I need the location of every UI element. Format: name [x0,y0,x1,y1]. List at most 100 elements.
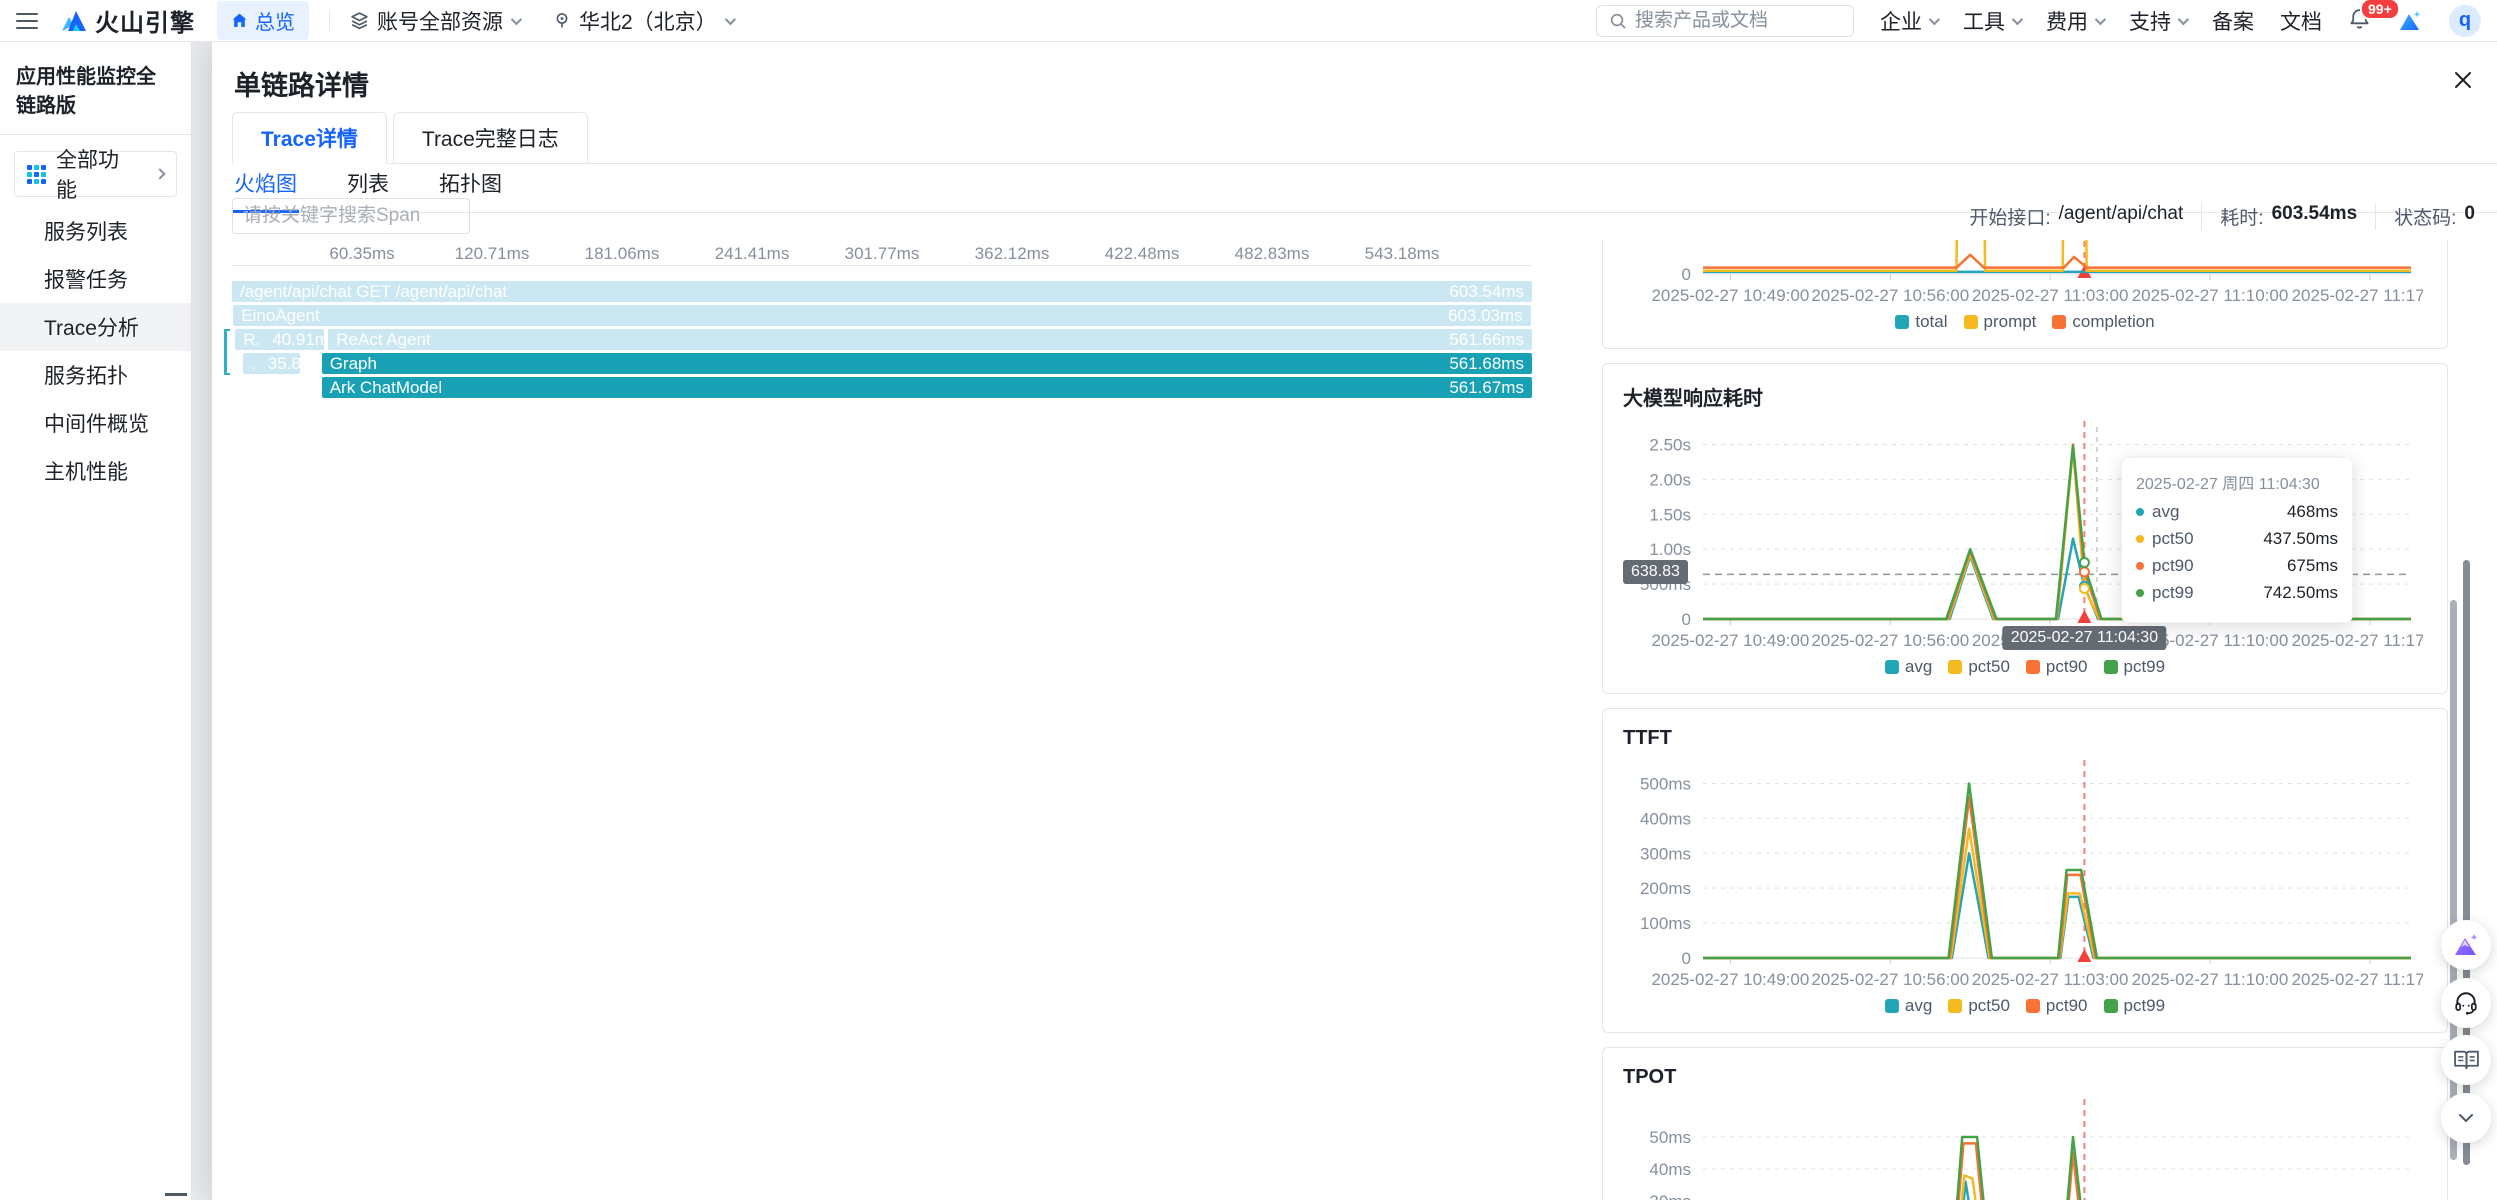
ruler-tick: 301.77ms [845,244,920,264]
trace-detail-drawer: 单链路详情 Trace详情 Trace完整日志 火焰图 列表 拓扑图 开始接口:… [212,42,2497,1200]
ruler-tick: 120.71ms [455,244,530,264]
llm-response-time-chart[interactable]: 0500ms1.00s1.50s2.00s2.50s2025-02-27 10:… [1623,417,2423,655]
pct50-dot [2136,535,2144,543]
svg-text:2025-02-27 11:03:00: 2025-02-27 11:03:00 [1972,970,2129,989]
flame-row: Ark ChatModel561.67ms [232,377,1532,398]
global-search[interactable] [1596,5,1854,37]
documentation-button[interactable] [2441,1035,2491,1085]
flame-rows: /agent/api/chat GET /agent/api/chat603.5… [232,281,1532,398]
user-avatar[interactable]: q [2449,5,2481,37]
notifications-button[interactable]: 99+ [2348,7,2371,35]
svg-text:400ms: 400ms [1640,809,1691,828]
legend-item-pct50[interactable]: pct50 [1948,657,2010,677]
legend-item-total[interactable]: total [1895,312,1947,332]
span-search-input[interactable] [243,205,488,227]
sidebar-item-host-performance[interactable]: 主机性能 [0,447,191,495]
flame-span-bar[interactable]: EinoAgent603.03ms [233,305,1530,326]
nav-menu-billing[interactable]: 费用 [2046,6,2103,36]
span-group-bracket [224,329,230,375]
token-usage-chart[interactable]: 02025-02-27 10:49:002025-02-27 10:56:002… [1623,240,2423,310]
chart-legend: total prompt completion [1623,312,2427,336]
svg-text:2.50s: 2.50s [1649,435,1691,454]
region-dropdown[interactable]: 华北2（北京） [553,6,733,36]
toolbar: 开始接口:/agent/api/chat 耗时:603.54ms 状态码:0 [232,194,2475,238]
legend-item-pct99[interactable]: pct99 [2104,657,2166,677]
tooltip-row: pct99742.50ms [2136,583,2338,603]
svg-text:0: 0 [1682,610,1691,629]
chevron-down-icon [2456,1108,2476,1128]
collapse-handle[interactable] [165,1193,187,1196]
ai-assistant-nav-icon[interactable] [2397,9,2423,33]
span-search[interactable] [232,198,470,234]
sidebar-item-trace-analysis[interactable]: Trace分析 [0,303,191,351]
legend-item-completion[interactable]: completion [2052,312,2154,332]
flame-span-prefix[interactable]: .35.85ms [243,353,300,374]
legend-item-pct50[interactable]: pct50 [1948,996,2010,1016]
legend-item-pct99[interactable]: pct99 [2104,996,2166,1016]
global-search-input[interactable] [1635,10,1825,32]
volcengine-logo[interactable]: 火山引擎 [60,3,195,38]
chart-canvas[interactable]: 010ms20ms30ms40ms50ms2025-02-27 10:49:00… [1623,1095,2423,1200]
close-icon[interactable] [2449,66,2477,94]
flame-span-bar[interactable]: /agent/api/chat GET /agent/api/chat603.5… [232,281,1532,302]
all-functions-button[interactable]: 全部功能 [14,151,177,197]
nav-menu-icp[interactable]: 备案 [2212,6,2254,36]
sidebar-item-alert-tasks[interactable]: 报警任务 [0,255,191,303]
resource-scope-label: 账号全部资源 [377,6,503,36]
open-book-icon [2453,1048,2480,1072]
nav-menu-support[interactable]: 支持 [2129,6,2186,36]
layers-icon [350,11,369,30]
chart-legend: avg pct50 pct90 pct99 [1623,657,2427,681]
ttft-chart[interactable]: 0100ms200ms300ms400ms500ms2025-02-27 10:… [1623,756,2423,994]
flame-span-bar[interactable]: Ark ChatModel561.67ms [322,377,1532,398]
sidebar: 应用性能监控全链路版 全部功能 服务列表 报警任务 Trace分析 服务拓扑 中… [0,42,192,1200]
svg-text:2025-02-27 11:10:00: 2025-02-27 11:10:00 [2132,286,2289,305]
chevron-down-icon [2012,13,2023,24]
metric-charts-panel[interactable]: 02025-02-27 10:49:002025-02-27 10:56:002… [1602,240,2448,1200]
sidebar-title: 应用性能监控全链路版 [0,42,191,135]
chart-title: 大模型响应耗时 [1623,382,2427,411]
y-axis-value-badge: 638.83 [1623,560,1688,584]
collapse-fab-button[interactable] [2441,1093,2491,1143]
chart-canvas[interactable]: 02025-02-27 10:49:002025-02-27 10:56:002… [1623,240,2423,310]
svg-text:2025-02-27 11:17:00: 2025-02-27 11:17:00 [2292,970,2423,989]
tooltip-row: pct90675ms [2136,556,2338,576]
ttft-card: TTFT 0100ms200ms300ms400ms500ms2025-02-2… [1602,708,2448,1033]
svg-text:100ms: 100ms [1640,914,1691,933]
ruler-tick: 181.06ms [585,244,660,264]
tpot-chart[interactable]: 010ms20ms30ms40ms50ms2025-02-27 10:49:00… [1623,1095,2423,1200]
chevron-down-icon [724,13,735,24]
tab-trace-detail[interactable]: Trace详情 [232,112,387,164]
grid-icon [27,165,46,184]
x-axis-timestamp-badge: 2025-02-27 11:04:30 [2003,626,2166,650]
ruler-tick: 60.35ms [329,244,394,264]
flame-span-bar[interactable]: ReAct Agent561.66ms [328,329,1532,350]
search-icon [1609,12,1627,30]
legend-item-prompt[interactable]: prompt [1964,312,2037,332]
chart-canvas[interactable]: 0100ms200ms300ms400ms500ms2025-02-27 10:… [1623,756,2423,994]
svg-text:2025-02-27 10:49:00: 2025-02-27 10:49:00 [1651,970,1809,989]
nav-menu-docs[interactable]: 文档 [2280,6,2322,36]
flame-span-bar[interactable]: Graph561.68ms [322,353,1532,374]
legend-item-pct90[interactable]: pct90 [2026,996,2088,1016]
nav-menu-enterprise[interactable]: 企业 [1880,6,1937,36]
ai-assistant-button[interactable] [2441,920,2491,970]
nav-menu-tools[interactable]: 工具 [1963,6,2020,36]
flame-row: EinoAgent603.03ms [232,305,1532,326]
legend-item-avg[interactable]: avg [1885,996,1932,1016]
legend-item-avg[interactable]: avg [1885,657,1932,677]
flame-row: /agent/api/chat GET /agent/api/chat603.5… [232,281,1532,302]
overview-button[interactable]: 总览 [217,1,309,40]
legend-item-pct90[interactable]: pct90 [2026,657,2088,677]
hamburger-menu-icon[interactable] [16,13,38,29]
customer-service-button[interactable] [2441,978,2491,1028]
top-nav: 火山引擎 总览 账号全部资源 华北2（北京） 企业 [0,0,2497,42]
resource-scope-dropdown[interactable]: 账号全部资源 [350,6,519,36]
tab-trace-full-log[interactable]: Trace完整日志 [393,112,588,164]
svg-text:2025-02-27 11:10:00: 2025-02-27 11:10:00 [2132,970,2289,989]
sidebar-item-middleware-overview[interactable]: 中间件概览 [0,399,191,447]
flame-span-prefix[interactable]: R.40.91ms [235,329,324,350]
sidebar-item-service-topology[interactable]: 服务拓扑 [0,351,191,399]
ai-mountain-icon [2452,932,2480,958]
sidebar-item-service-list[interactable]: 服务列表 [0,207,191,255]
